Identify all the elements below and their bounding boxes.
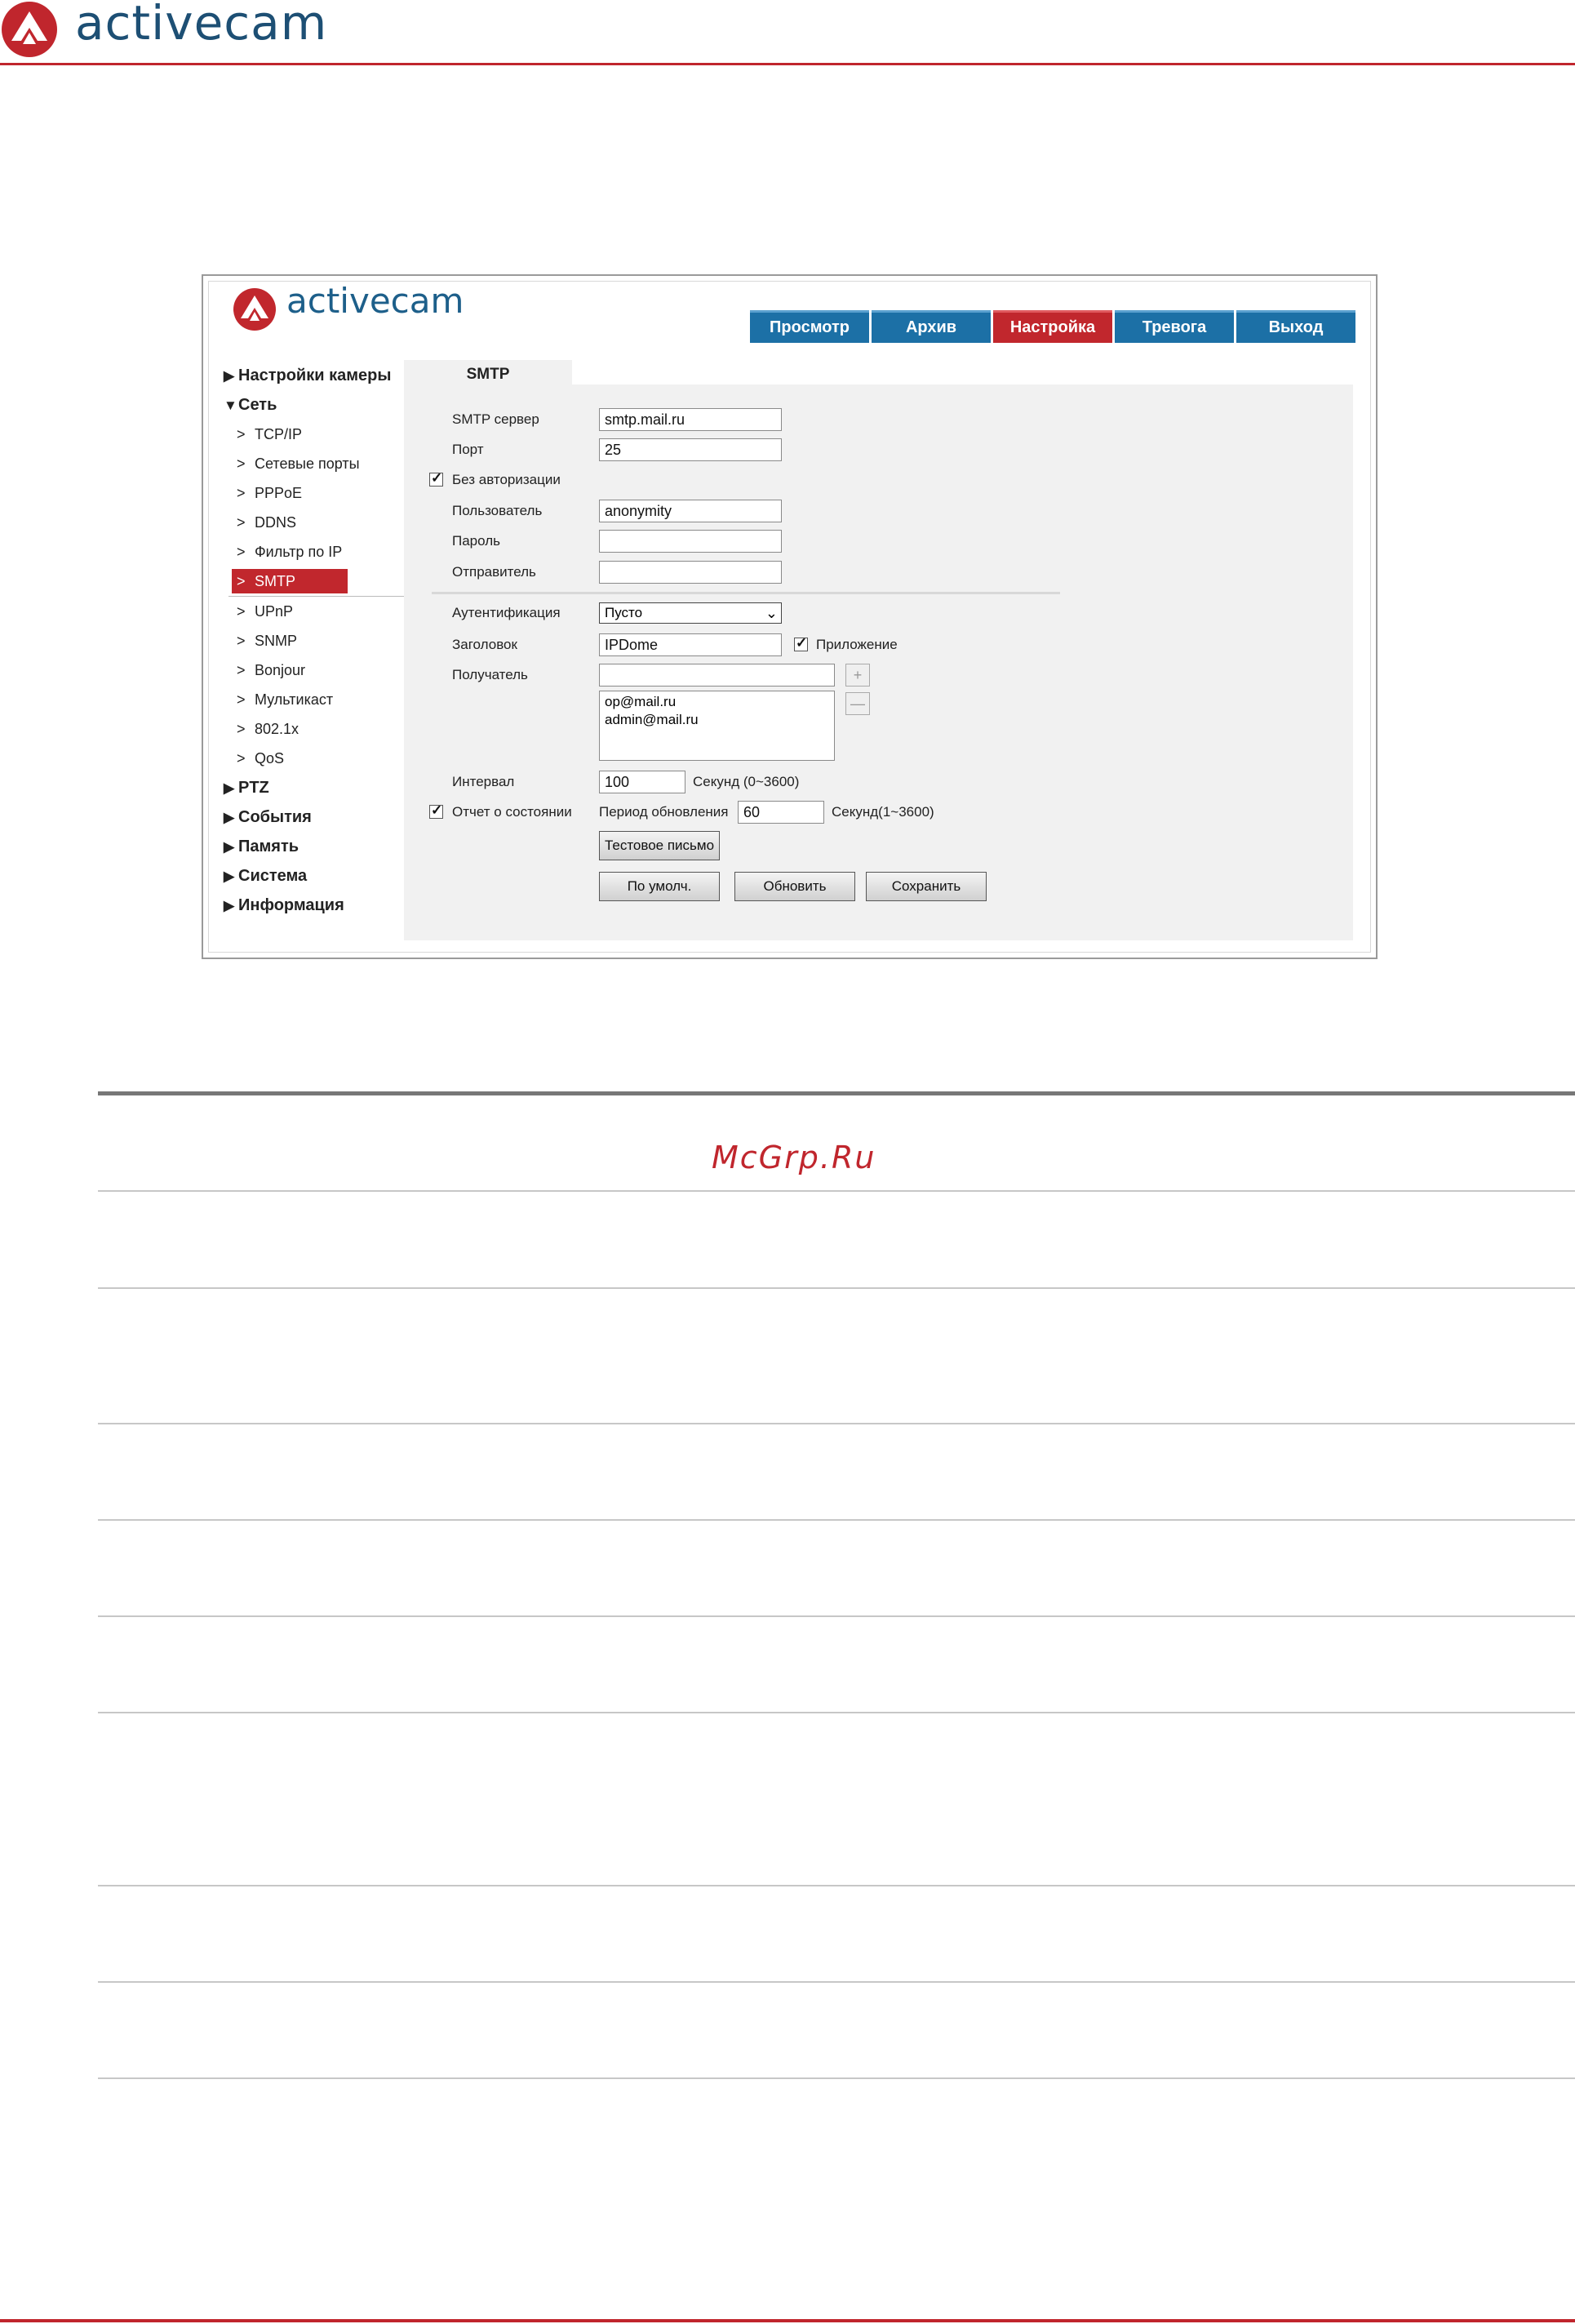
table-row-divider: [98, 1712, 1575, 1713]
watermark: McGrp.Ru: [712, 1140, 876, 1175]
tab-alarm[interactable]: Тревога: [1115, 310, 1234, 343]
interval-unit: Секунд (0~3600): [693, 774, 800, 789]
refresh-button[interactable]: Обновить: [734, 872, 855, 901]
sidebar-item-ddns[interactable]: > DDNS: [224, 508, 410, 537]
sidebar-item-upnp[interactable]: > UPnP: [224, 597, 410, 626]
interval-label: Интервал: [452, 774, 515, 789]
status-report-label: Отчет о состоянии: [452, 804, 572, 820]
expand-arrow-icon: ▶: [224, 780, 235, 796]
user-label: Пользователь: [452, 503, 543, 518]
table-row-divider: [98, 1519, 1575, 1521]
table-row-divider: [98, 1885, 1575, 1886]
app-brand: activecam: [286, 281, 464, 321]
add-recipient-button[interactable]: +: [845, 664, 870, 687]
tab-settings[interactable]: Настройка: [993, 310, 1112, 343]
collapse-arrow-icon: ▼: [224, 398, 237, 413]
sidebar-group-network[interactable]: ▼Сеть: [224, 390, 410, 420]
table-row-divider: [98, 2077, 1575, 2079]
update-period-label: Период обновления: [599, 804, 729, 820]
sidebar-group-camera-settings[interactable]: ▶ Настройки камеры: [224, 361, 410, 390]
sidebar-item-pppoe[interactable]: > PPPoE: [224, 478, 410, 508]
password-label: Пароль: [452, 533, 500, 549]
header-rule: [0, 63, 1575, 65]
attachment-label: Приложение: [816, 637, 898, 652]
sidebar-group-storage[interactable]: ▶ Память: [224, 832, 410, 861]
interval-input[interactable]: 100: [599, 771, 685, 793]
no-auth-label: Без авторизации: [452, 472, 561, 487]
table-top-rule: [98, 1091, 1575, 1095]
sidebar-item-network-ports[interactable]: > Сетевые порты: [224, 449, 410, 478]
table-row-divider: [98, 1287, 1575, 1289]
attachment-checkbox[interactable]: [794, 635, 808, 651]
tab-logout[interactable]: Выход: [1236, 310, 1355, 343]
subject-input[interactable]: IPDome: [599, 633, 782, 656]
sidebar-group-system[interactable]: ▶ Система: [224, 861, 410, 891]
expand-arrow-icon: ▶: [224, 810, 235, 825]
sidebar-group-ptz[interactable]: ▶ PTZ: [224, 773, 410, 802]
form-divider: [432, 592, 1060, 594]
password-input[interactable]: [599, 530, 782, 553]
list-item[interactable]: admin@mail.ru: [605, 711, 829, 729]
expand-arrow-icon: ▶: [224, 839, 235, 855]
table-row-divider: [98, 1190, 1575, 1192]
subject-label: Заголовок: [452, 637, 517, 652]
table-row-divider: [98, 1423, 1575, 1424]
default-button[interactable]: По умолч.: [599, 872, 720, 901]
recipient-label: Получатель: [452, 667, 528, 682]
sidebar-item-ip-filter[interactable]: > Фильтр по IP: [224, 537, 410, 567]
footer-rule: [0, 2319, 1575, 2322]
tab-live-view[interactable]: Просмотр: [750, 310, 869, 343]
expand-arrow-icon: ▶: [224, 368, 235, 384]
remove-recipient-button[interactable]: —: [845, 692, 870, 715]
auth-label: Аутентификация: [452, 605, 561, 620]
main-nav-tabs: Просмотр Архив Настройка Тревога Выход: [750, 310, 1355, 343]
sidebar-item-bonjour[interactable]: > Bonjour: [224, 655, 410, 685]
sidebar-group-events[interactable]: ▶ События: [224, 802, 410, 832]
table-row-divider: [98, 1615, 1575, 1617]
recipient-input[interactable]: [599, 664, 835, 687]
auth-select[interactable]: Пусто ⌄: [599, 602, 782, 624]
recipient-list[interactable]: op@mail.ru admin@mail.ru: [599, 691, 835, 761]
save-button[interactable]: Сохранить: [866, 872, 987, 901]
sidebar-item-multicast[interactable]: > Мультикаст: [224, 685, 410, 714]
port-input[interactable]: 25: [599, 438, 782, 461]
update-period-input[interactable]: 60: [738, 801, 824, 824]
app-logo-icon: [233, 288, 276, 331]
update-period-unit: Секунд(1~3600): [832, 804, 934, 820]
chevron-down-icon: ⌄: [765, 605, 778, 621]
page-brand: activecam: [75, 0, 328, 51]
user-input[interactable]: anonymity: [599, 500, 782, 522]
test-email-button[interactable]: Тестовое письмо: [599, 831, 720, 860]
table-row-divider: [98, 1981, 1575, 1983]
expand-arrow-icon: ▶: [224, 898, 235, 913]
sidebar-item-qos[interactable]: > QoS: [224, 744, 410, 773]
sidebar-item-snmp[interactable]: > SNMP: [224, 626, 410, 655]
sidebar-group-information[interactable]: ▶ Информация: [224, 891, 410, 920]
status-report-checkbox[interactable]: [429, 802, 443, 819]
tab-archive[interactable]: Архив: [872, 310, 991, 343]
sender-input[interactable]: [599, 561, 782, 584]
smtp-server-label: SMTP сервер: [452, 411, 539, 427]
sidebar-item-8021x[interactable]: >802.1x: [224, 714, 410, 744]
settings-sidebar: ▶ Настройки камеры ▼Сеть > TCP/IP > Сетевые…: [224, 361, 410, 920]
list-item[interactable]: op@mail.ru: [605, 693, 829, 711]
smtp-settings-screenshot: activecam Просмотр Архив Настройка Трево…: [202, 274, 1378, 959]
sidebar-item-smtp[interactable]: > SMTP: [232, 569, 348, 593]
port-label: Порт: [452, 442, 484, 457]
sidebar-item-tcpip[interactable]: > TCP/IP: [224, 420, 410, 449]
no-auth-checkbox[interactable]: [429, 470, 443, 487]
expand-arrow-icon: ▶: [224, 869, 235, 884]
sender-label: Отправитель: [452, 564, 536, 580]
tab-smtp[interactable]: SMTP: [404, 360, 572, 389]
smtp-server-input[interactable]: smtp.mail.ru: [599, 408, 782, 431]
activecam-logo-icon: [2, 2, 57, 57]
settings-content-panel: [404, 384, 1353, 940]
